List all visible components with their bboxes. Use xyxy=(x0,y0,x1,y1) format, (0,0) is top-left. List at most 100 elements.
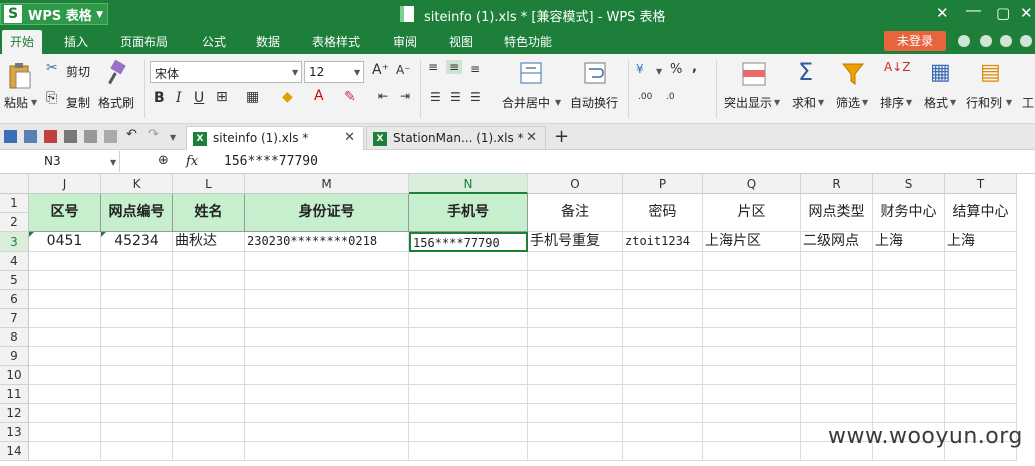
close-icon[interactable]: ✕ xyxy=(344,130,355,145)
cell[interactable] xyxy=(101,366,173,385)
cell[interactable] xyxy=(409,290,528,309)
copy-button[interactable]: 复制 xyxy=(66,94,90,111)
wrap-text-button[interactable]: 自动换行 xyxy=(570,94,618,111)
cell[interactable] xyxy=(703,347,801,366)
cell[interactable] xyxy=(173,404,245,423)
chevron-down-icon[interactable]: ▼ xyxy=(818,98,824,107)
cell[interactable] xyxy=(945,347,1017,366)
row-header-9[interactable]: 9 xyxy=(0,347,29,366)
currency-icon[interactable]: ¥ xyxy=(636,62,644,76)
cell[interactable] xyxy=(29,423,101,442)
cell[interactable] xyxy=(101,290,173,309)
font-name-select[interactable]: 宋体 xyxy=(150,61,302,83)
header-cell[interactable]: 手机号 xyxy=(409,194,528,232)
worksheet-button[interactable]: 工 xyxy=(1022,94,1034,111)
cell[interactable] xyxy=(245,328,409,347)
fx-icon[interactable]: fx xyxy=(186,154,198,169)
cell[interactable] xyxy=(409,271,528,290)
menu-insert[interactable]: 插入 xyxy=(64,33,88,50)
chevron-down-icon[interactable]: ▼ xyxy=(31,98,37,107)
menu-table-style[interactable]: 表格样式 xyxy=(312,33,360,50)
grow-font-icon[interactable]: A⁺ xyxy=(372,62,389,78)
cell[interactable] xyxy=(245,423,409,442)
chevron-down-icon[interactable]: ▼ xyxy=(354,68,360,77)
row-header-13[interactable]: 13 xyxy=(0,423,29,442)
zoom-icon[interactable]: ⊕ xyxy=(158,153,169,168)
cell[interactable] xyxy=(245,271,409,290)
menu-formula[interactable]: 公式 xyxy=(202,33,226,50)
cell[interactable] xyxy=(409,309,528,328)
print-preview-icon[interactable] xyxy=(84,130,97,143)
cell[interactable] xyxy=(873,309,945,328)
menu-data[interactable]: 数据 xyxy=(256,33,280,50)
merge-center-icon[interactable] xyxy=(520,62,542,84)
cell[interactable] xyxy=(801,366,873,385)
select-all-corner[interactable] xyxy=(0,174,29,194)
align-left-icon[interactable]: ☰ xyxy=(430,90,441,104)
cell[interactable] xyxy=(245,252,409,271)
font-color-icon[interactable]: A xyxy=(314,88,324,104)
data-cell[interactable]: 手机号重复 xyxy=(528,232,623,252)
cell[interactable] xyxy=(101,404,173,423)
cell[interactable] xyxy=(528,290,623,309)
redo-icon[interactable]: ↷ xyxy=(148,127,159,142)
comma-icon[interactable]: , xyxy=(692,60,697,75)
column-header-o[interactable]: O xyxy=(528,174,623,194)
border-icon[interactable]: ⊞ xyxy=(216,89,228,105)
row-header-12[interactable]: 12 xyxy=(0,404,29,423)
cell[interactable] xyxy=(245,385,409,404)
column-header-n[interactable]: N xyxy=(409,174,528,194)
cell[interactable] xyxy=(801,271,873,290)
cell[interactable] xyxy=(623,328,703,347)
menu-view[interactable]: 视图 xyxy=(449,33,473,50)
format-painter-icon[interactable] xyxy=(106,60,128,86)
cell[interactable] xyxy=(101,252,173,271)
cell[interactable] xyxy=(173,271,245,290)
row-header-2[interactable]: 2 xyxy=(0,213,29,232)
cell[interactable] xyxy=(623,309,703,328)
cell[interactable] xyxy=(801,347,873,366)
header-cell[interactable]: 姓名 xyxy=(173,194,245,232)
cell[interactable] xyxy=(945,252,1017,271)
cell[interactable] xyxy=(101,309,173,328)
cell[interactable] xyxy=(173,309,245,328)
header-cell[interactable]: 财务中心 xyxy=(873,194,945,232)
data-cell[interactable]: 二级网点 xyxy=(801,232,873,252)
cell[interactable] xyxy=(623,347,703,366)
format-icon[interactable]: ▦ xyxy=(930,60,951,85)
menu-review[interactable]: 审阅 xyxy=(393,33,417,50)
cell[interactable] xyxy=(623,442,703,461)
cell[interactable] xyxy=(409,347,528,366)
save-icon[interactable] xyxy=(24,130,37,143)
cell[interactable] xyxy=(623,252,703,271)
wrap-text-icon[interactable] xyxy=(584,62,606,84)
cell[interactable] xyxy=(101,385,173,404)
cell[interactable] xyxy=(29,366,101,385)
italic-icon[interactable]: I xyxy=(176,90,182,106)
cell[interactable] xyxy=(623,366,703,385)
data-cell[interactable]: 上海片区 xyxy=(703,232,801,252)
cell[interactable] xyxy=(173,366,245,385)
header-cell[interactable]: 片区 xyxy=(703,194,801,232)
cell[interactable] xyxy=(245,442,409,461)
format-button[interactable]: 格式 xyxy=(924,94,948,111)
fill-color-icon[interactable]: ◆ xyxy=(282,89,293,105)
cell[interactable] xyxy=(29,252,101,271)
chevron-down-icon[interactable]: ▼ xyxy=(862,98,868,107)
cell[interactable] xyxy=(873,328,945,347)
chevron-down-icon[interactable]: ▼ xyxy=(656,67,662,76)
cell[interactable] xyxy=(101,328,173,347)
cell[interactable] xyxy=(101,271,173,290)
collapse-ribbon-icon[interactable] xyxy=(1020,35,1032,47)
row-header-10[interactable]: 10 xyxy=(0,366,29,385)
active-cell[interactable]: 156****77790 xyxy=(409,232,528,252)
cell[interactable] xyxy=(409,404,528,423)
cell[interactable] xyxy=(173,290,245,309)
align-center-icon[interactable]: ☰ xyxy=(450,90,461,104)
tab-siteinfo[interactable]: X siteinfo (1).xls * ✕ xyxy=(186,126,364,150)
cell[interactable] xyxy=(801,290,873,309)
cell[interactable] xyxy=(245,347,409,366)
cell[interactable] xyxy=(173,442,245,461)
cell[interactable] xyxy=(945,328,1017,347)
column-header-q[interactable]: Q xyxy=(703,174,801,194)
